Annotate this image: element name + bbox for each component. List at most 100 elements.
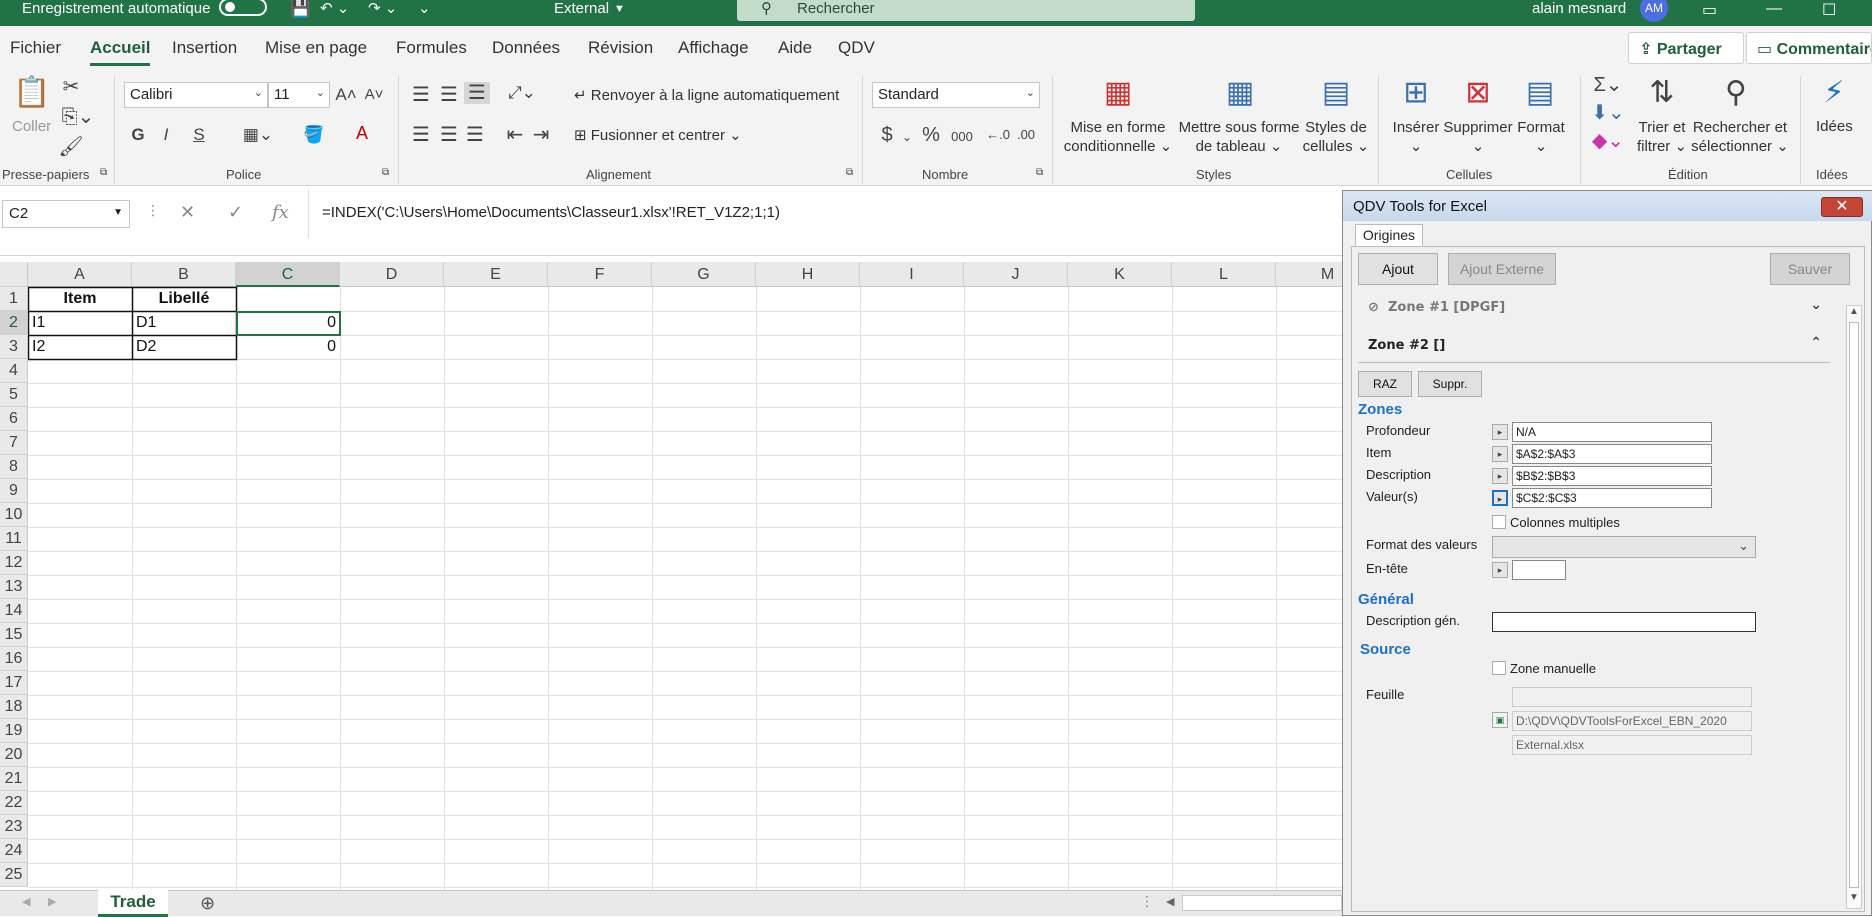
range-picker-icon[interactable]: ▸ [1492, 424, 1508, 440]
ribbon-display-icon[interactable]: ▭ [1702, 0, 1717, 20]
close-icon[interactable]: ✕ [1821, 197, 1863, 217]
cell-c3[interactable]: 0 [236, 335, 340, 359]
row-header[interactable]: 10 [0, 503, 28, 527]
vertical-scrollbar[interactable]: ▲ ▼ [1846, 305, 1862, 909]
increase-font-icon[interactable]: A˄ [334, 84, 358, 106]
paste-icon[interactable]: 📋 [12, 76, 52, 110]
sort-filter-button[interactable]: Trier et filtrer ⌄ [1630, 118, 1694, 156]
row-header[interactable]: 14 [0, 599, 28, 623]
clipboard-launcher-icon[interactable]: ⧉ [100, 167, 107, 178]
comments-button[interactable]: ▭ Commentaires [1746, 32, 1872, 64]
minimize-icon[interactable]: — [1766, 0, 1782, 18]
delete-cells-button[interactable]: Supprimer ⌄ [1442, 118, 1514, 156]
tab-fichier[interactable]: Fichier [10, 38, 61, 58]
save-icon[interactable]: 💾 [290, 0, 311, 17]
decrease-indent-icon[interactable]: ⇤ [504, 124, 526, 146]
file-name-chevron-icon[interactable]: ▼ [614, 1, 625, 17]
zone-1-header[interactable]: ⊘ Zone #1 [DPGF] ⌄ [1358, 291, 1830, 325]
name-box[interactable]: C2 ▼ [2, 200, 130, 228]
sheet-next-icon[interactable]: ▶ [48, 895, 56, 908]
cancel-icon[interactable]: ✕ [180, 202, 195, 223]
add-button[interactable]: Ajout [1358, 253, 1438, 285]
number-launcher-icon[interactable]: ⧉ [1036, 167, 1043, 178]
multi-columns-checkbox[interactable] [1492, 515, 1506, 529]
manual-zone-checkbox[interactable] [1492, 661, 1506, 675]
font-family-select[interactable]: Calibri ⌄ [124, 82, 268, 108]
number-format-select[interactable]: Standard ⌄ [872, 82, 1040, 108]
cell-b2[interactable]: D1 [132, 311, 236, 335]
tab-mise-en-page[interactable]: Mise en page [265, 38, 367, 58]
align-right-icon[interactable]: ☰ [464, 124, 486, 146]
insert-function-icon[interactable]: fx [272, 202, 289, 223]
currency-icon[interactable]: $ [876, 124, 898, 146]
merge-center-button[interactable]: ⊞ Fusionner et centrer ⌄ [574, 126, 742, 144]
tab-aide[interactable]: Aide [778, 38, 812, 58]
row-header[interactable]: 17 [0, 671, 28, 695]
user-name[interactable]: alain mesnard [1532, 1, 1626, 17]
delete-cells-icon[interactable]: ⊠ [1456, 76, 1500, 110]
row-header[interactable]: 5 [0, 383, 28, 407]
decrease-decimal-icon[interactable]: .00 [1014, 124, 1038, 146]
spreadsheet-grid[interactable]: A B C D E F G H I J K L M 1 2 3 4 5 6 7 … [0, 262, 1342, 890]
orientation-icon[interactable]: ⤢⌄ [500, 82, 544, 104]
ideas-button[interactable]: Idées [1816, 118, 1853, 135]
insert-cells-button[interactable]: Insérer ⌄ [1386, 118, 1446, 156]
decrease-font-icon[interactable]: A˅ [362, 84, 386, 106]
add-sheet-icon[interactable]: ⊕ [200, 893, 215, 914]
row-header[interactable]: 8 [0, 455, 28, 479]
align-left-icon[interactable]: ☰ [410, 124, 432, 146]
row-header[interactable]: 13 [0, 575, 28, 599]
values-range-field[interactable]: $C$2:$C$3 [1512, 488, 1712, 508]
general-description-field[interactable] [1492, 612, 1756, 632]
row-header[interactable]: 4 [0, 359, 28, 383]
row-header[interactable]: 11 [0, 527, 28, 551]
cell-b3[interactable]: D2 [132, 335, 236, 359]
increase-indent-icon[interactable]: ⇥ [530, 124, 552, 146]
alignment-launcher-icon[interactable]: ⧉ [846, 167, 853, 178]
tab-affichage[interactable]: Affichage [678, 38, 749, 58]
align-top-icon[interactable]: ☰ [410, 84, 432, 106]
save-button[interactable]: Sauver [1770, 253, 1850, 285]
paste-label[interactable]: Coller [12, 118, 51, 135]
scroll-left-icon[interactable]: ◀ [1166, 895, 1174, 908]
align-bottom-icon[interactable]: ☰ [464, 82, 490, 104]
bold-icon[interactable]: G [128, 124, 148, 146]
cell-a1[interactable]: Item [28, 287, 132, 311]
font-launcher-icon[interactable]: ⧉ [382, 167, 389, 178]
cell-styles-button[interactable]: Styles de cellules ⌄ [1302, 118, 1370, 156]
zone-2-header[interactable]: Zone #2 [] ⌃ [1358, 329, 1830, 363]
horizontal-scrollbar[interactable] [1182, 895, 1342, 911]
row-header[interactable]: 12 [0, 551, 28, 575]
scroll-up-icon[interactable]: ▲ [1849, 306, 1859, 317]
row-header[interactable]: 6 [0, 407, 28, 431]
align-middle-icon[interactable]: ☰ [438, 84, 460, 106]
value-format-select[interactable]: ⌄ [1492, 536, 1756, 558]
range-picker-icon[interactable]: ▸ [1492, 562, 1508, 578]
formula-input[interactable]: =INDEX('C:\Users\Home\Documents\Classeur… [322, 204, 780, 221]
row-header[interactable]: 18 [0, 695, 28, 719]
tab-accueil[interactable]: Accueil [90, 38, 151, 66]
italic-icon[interactable]: I [158, 124, 174, 146]
sort-filter-icon[interactable]: ⇅ [1640, 76, 1684, 110]
align-center-icon[interactable]: ☰ [438, 124, 460, 146]
header-field[interactable] [1512, 560, 1566, 580]
font-size-select[interactable]: 11 ⌄ [268, 82, 330, 108]
format-cells-button[interactable]: Format ⌄ [1514, 118, 1568, 156]
format-painter-icon[interactable]: 🖌 [58, 136, 84, 158]
depth-field[interactable]: N/A [1512, 422, 1712, 442]
find-select-icon[interactable]: ⚲ [1714, 76, 1758, 110]
row-header[interactable]: 15 [0, 623, 28, 647]
excel-file-icon[interactable]: ▣ [1492, 712, 1508, 728]
cell-c2[interactable]: 0 [236, 311, 340, 335]
row-header[interactable]: 25 [0, 863, 28, 887]
tab-qdv[interactable]: QDV [838, 38, 875, 58]
wrap-text-button[interactable]: ↵ Renvoyer à la ligne automatiquement [574, 86, 839, 104]
add-external-button[interactable]: Ajout Externe [1448, 253, 1556, 285]
percent-icon[interactable]: % [920, 124, 942, 146]
font-color-icon[interactable]: A [342, 122, 382, 144]
row-header[interactable]: 16 [0, 647, 28, 671]
row-header[interactable]: 22 [0, 791, 28, 815]
fill-color-icon[interactable]: 🪣 [294, 124, 334, 146]
share-button[interactable]: ⇪ Partager [1628, 32, 1744, 64]
delete-zone-button[interactable]: Suppr. [1418, 371, 1482, 397]
